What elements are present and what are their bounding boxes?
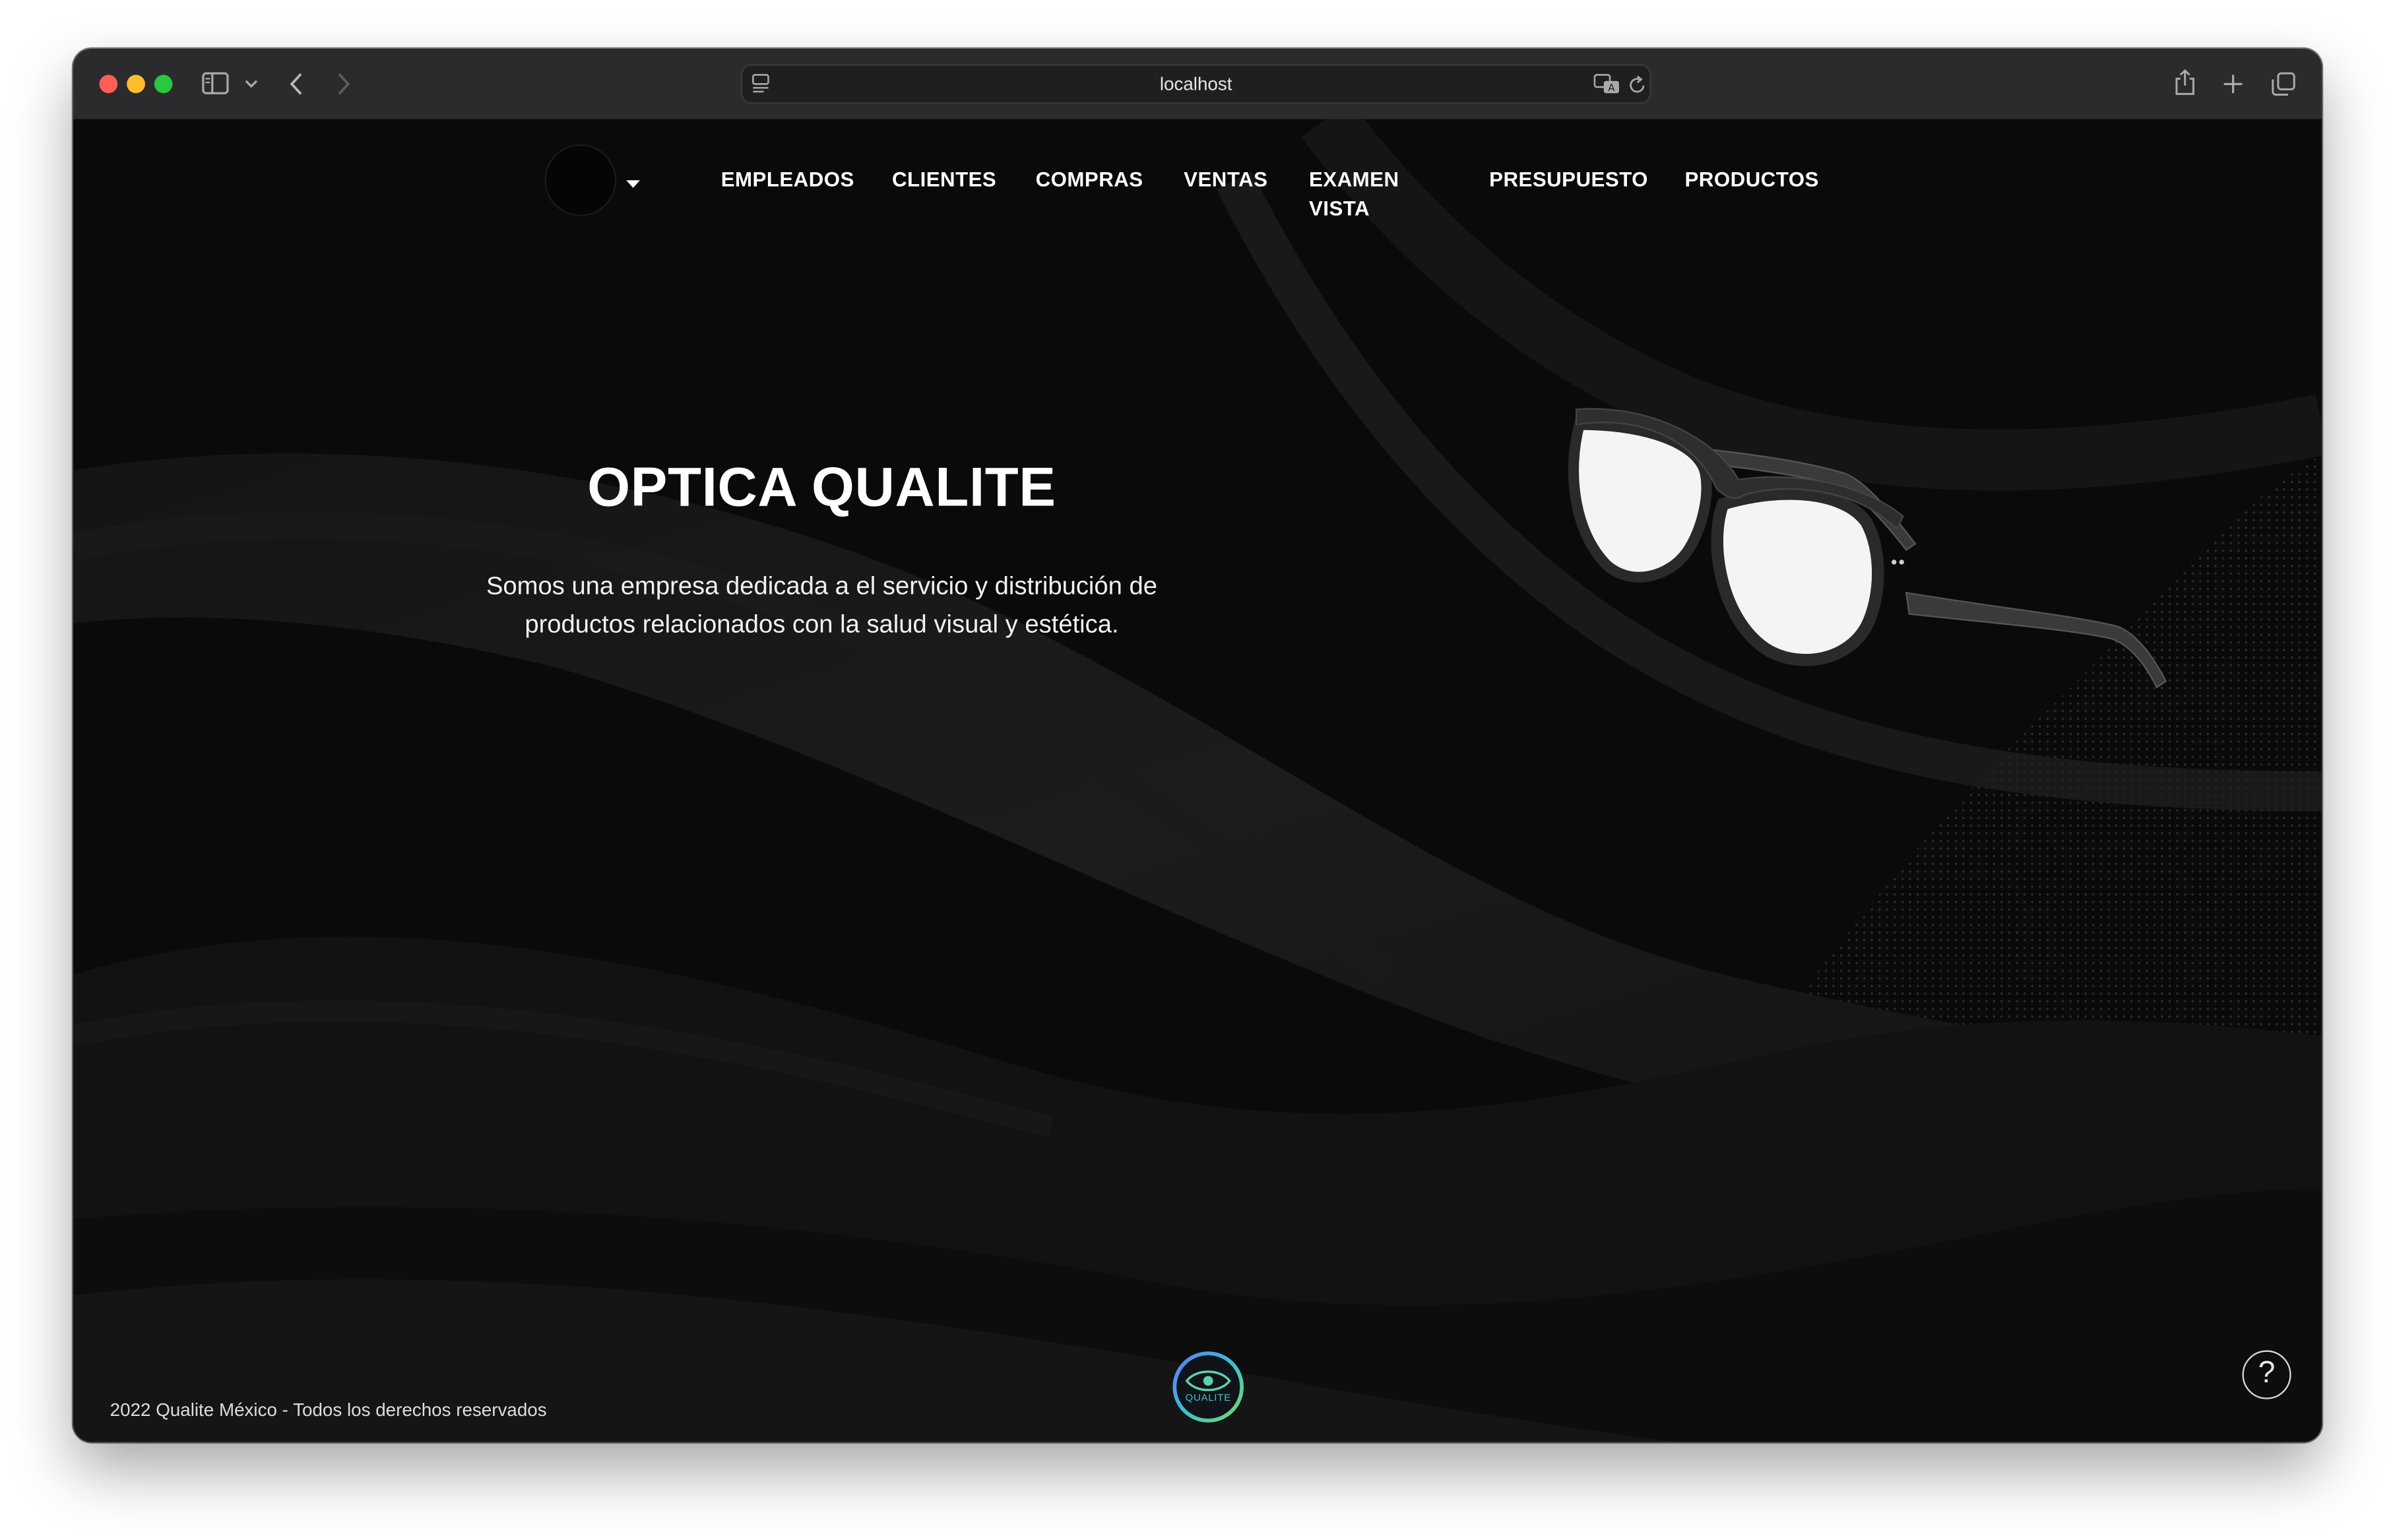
nav-ventas[interactable]: VENTAS xyxy=(1184,165,1267,194)
nav-examen-vista[interactable]: EXAMEN VISTA xyxy=(1309,165,1419,223)
nav-empleados[interactable]: EMPLEADOS xyxy=(721,165,854,194)
chevron-down-icon[interactable] xyxy=(244,79,258,88)
browser-toolbar: localhost A xyxy=(73,49,2322,121)
tab-overview-icon[interactable] xyxy=(2271,72,2295,96)
translate-icon[interactable]: A xyxy=(1593,73,1621,94)
nav-presupuesto[interactable]: PRESUPUESTO xyxy=(1489,165,1648,194)
close-window-button[interactable] xyxy=(99,75,118,94)
wave-background xyxy=(73,119,2322,1442)
eye-logo-icon xyxy=(1172,1351,1244,1423)
url-text: localhost xyxy=(1159,73,1232,95)
nav-compras[interactable]: COMPRAS xyxy=(1036,165,1143,194)
qualite-badge[interactable]: QUALITE xyxy=(1172,1351,1245,1424)
page-viewport: EMPLEADOS CLIENTES COMPRAS VENTAS EXAMEN… xyxy=(73,119,2322,1442)
zoom-window-button[interactable] xyxy=(154,75,173,94)
browser-window: localhost A EMPLEADOS CLIENTES COMPRAS V… xyxy=(73,49,2322,1442)
hero-title: OPTICA QUALITE xyxy=(587,455,1056,518)
share-icon[interactable] xyxy=(2173,69,2196,96)
nav-clientes[interactable]: CLIENTES xyxy=(892,165,996,194)
sidebar-icon[interactable] xyxy=(202,72,230,95)
minimize-window-button[interactable] xyxy=(127,75,145,94)
hero-description: Somos una empresa dedicada a el servicio… xyxy=(486,573,1158,639)
help-button[interactable]: ? xyxy=(2242,1350,2291,1399)
logo-icon xyxy=(544,144,617,216)
glasses-image xyxy=(1568,408,2167,689)
badge-text: QUALITE xyxy=(1185,1393,1231,1404)
svg-text:A: A xyxy=(1608,82,1615,94)
address-bar[interactable]: localhost A xyxy=(740,64,1651,104)
nav-productos[interactable]: PRODUCTOS xyxy=(1685,165,1819,194)
caret-down-icon xyxy=(626,180,641,188)
logo-dropdown[interactable] xyxy=(541,141,648,220)
new-tab-icon[interactable] xyxy=(2222,73,2243,94)
footer-copyright: 2022 Qualite México - Todos los derechos… xyxy=(110,1399,547,1421)
forward-icon[interactable] xyxy=(336,72,351,96)
reload-icon[interactable] xyxy=(1628,75,1647,94)
back-icon[interactable] xyxy=(289,72,304,96)
